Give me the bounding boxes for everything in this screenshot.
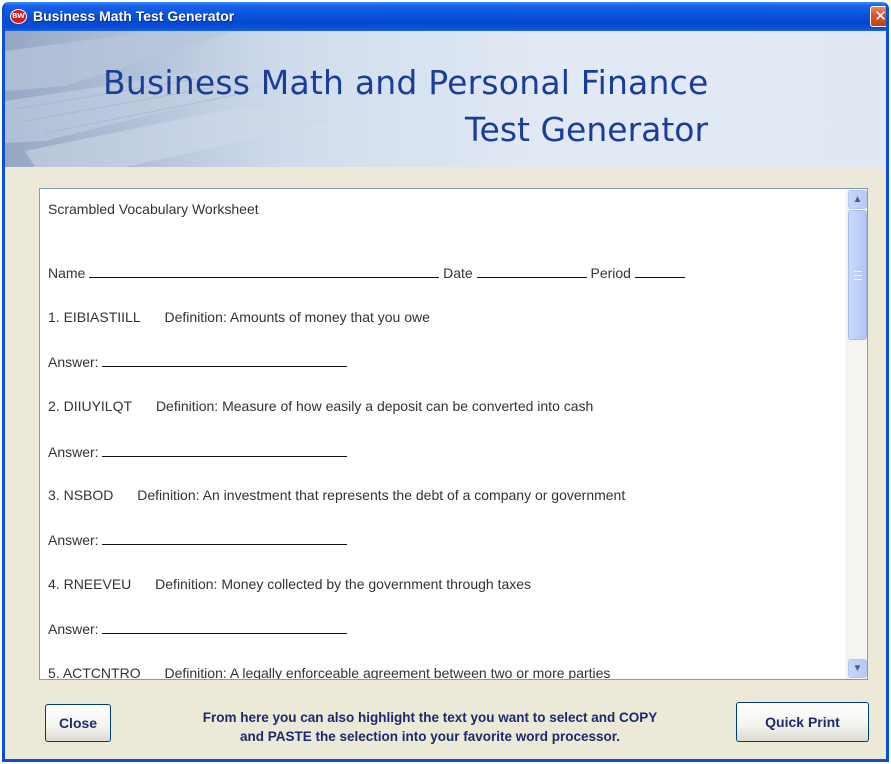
quick-print-button[interactable]: Quick Print xyxy=(736,702,869,742)
name-label: Name xyxy=(48,265,86,281)
worksheet-text-area[interactable]: Scrambled Vocabulary Worksheet Name Date… xyxy=(39,188,868,680)
scroll-up-icon[interactable]: ▲ xyxy=(848,190,867,209)
close-button[interactable]: Close xyxy=(45,704,111,742)
definition-label: Definition: xyxy=(155,398,219,414)
name-blank xyxy=(89,264,440,278)
definition-text: Measure of how easily a deposit can be c… xyxy=(222,398,594,414)
window-close-icon[interactable]: ✕ xyxy=(870,6,886,27)
title-bar[interactable]: BW Business Math Test Generator ✕ xyxy=(5,2,886,31)
scrambled-word: EIBIASTIILL xyxy=(63,309,141,325)
vocab-item: 3. NSBOD Definition: An investment that … xyxy=(48,487,625,503)
answer-blank xyxy=(102,353,348,367)
banner-title-line-1: Business Math and Personal Finance xyxy=(103,63,709,102)
answer-row: Answer: xyxy=(48,443,348,460)
answer-blank xyxy=(102,531,348,545)
date-blank xyxy=(476,264,587,278)
answer-label: Answer: xyxy=(48,621,99,637)
definition-text: Amounts of money that you owe xyxy=(229,309,430,325)
app-window: BW Business Math Test Generator ✕ Busine… xyxy=(2,2,889,762)
vocab-item: 5. ACTCNTRO Definition: A legally enforc… xyxy=(48,665,610,679)
definition-text: An investment that represents the debt o… xyxy=(202,487,626,503)
header-banner: Business Math and Personal Finance Test … xyxy=(5,31,886,167)
scrambled-word: ACTCNTRO xyxy=(62,665,141,679)
answer-row: Answer: xyxy=(48,620,348,637)
answer-label: Answer: xyxy=(48,354,99,370)
header-fields-row: Name Date Period xyxy=(48,264,685,281)
app-logo-icon: BW xyxy=(10,9,27,24)
answer-blank xyxy=(102,620,348,634)
vertical-scrollbar[interactable]: ▲ ▼ xyxy=(846,189,867,679)
definition-label: Definition: xyxy=(164,309,227,325)
scrambled-word: RNEEVEU xyxy=(63,576,132,592)
period-blank xyxy=(634,264,685,278)
definition-label: Definition: xyxy=(137,487,200,503)
item-number: 4. xyxy=(48,576,60,592)
hint-line-2: and PASTE the selection into your favori… xyxy=(239,729,621,744)
item-number: 1. xyxy=(48,309,60,325)
banner-title-line-2: Test Generator xyxy=(465,110,709,149)
vocab-item: 2. DIIUYILQT Definition: Measure of how … xyxy=(48,398,593,414)
answer-row: Answer: xyxy=(48,531,348,548)
definition-text: A legally enforceable agreement between … xyxy=(229,665,611,679)
definition-label: Definition: xyxy=(155,576,218,592)
answer-label: Answer: xyxy=(48,532,99,548)
vocab-item: 1. EIBIASTIILL Definition: Amounts of mo… xyxy=(48,309,430,325)
date-label: Date xyxy=(443,265,473,281)
answer-row: Answer: xyxy=(48,353,348,370)
scroll-down-icon[interactable]: ▼ xyxy=(848,659,867,678)
item-number: 5. xyxy=(48,665,60,679)
scrambled-word: DIIUYILQT xyxy=(63,398,133,414)
definition-label: Definition: xyxy=(164,665,227,679)
hint-line-1: From here you can also highlight the tex… xyxy=(202,710,658,725)
copy-paste-hint: From here you can also highlight the tex… xyxy=(123,708,737,746)
answer-blank xyxy=(102,443,348,457)
item-number: 3. xyxy=(48,487,60,503)
worksheet-document[interactable]: Scrambled Vocabulary Worksheet Name Date… xyxy=(40,189,846,679)
definition-text: Money collected by the government throug… xyxy=(221,576,532,592)
worksheet-heading: Scrambled Vocabulary Worksheet xyxy=(48,201,259,217)
item-number: 2. xyxy=(48,398,60,414)
vocab-item: 4. RNEEVEU Definition: Money collected b… xyxy=(48,576,531,592)
window-title: Business Math Test Generator xyxy=(33,8,235,24)
period-label: Period xyxy=(590,265,631,281)
answer-label: Answer: xyxy=(48,444,99,460)
scrollbar-thumb[interactable] xyxy=(848,210,867,340)
grip-icon xyxy=(854,271,862,280)
scrambled-word: NSBOD xyxy=(63,487,114,503)
